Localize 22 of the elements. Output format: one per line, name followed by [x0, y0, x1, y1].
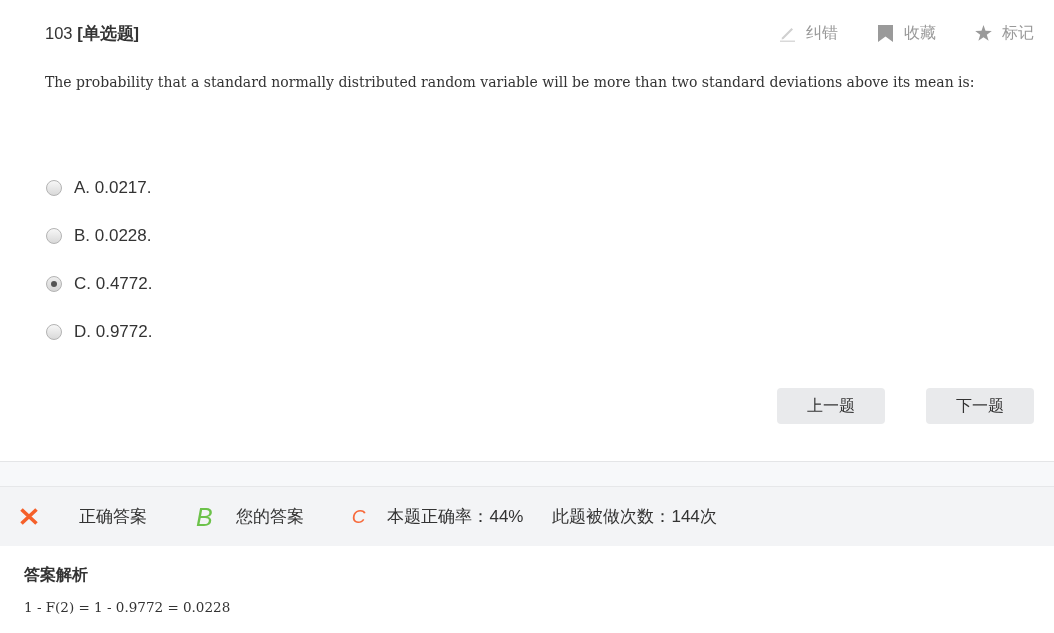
radio-button[interactable] — [46, 180, 62, 196]
correct-answer-letter: B — [196, 502, 213, 531]
radio-button[interactable] — [46, 276, 62, 292]
option-label[interactable]: C. 0.4772. — [74, 272, 153, 296]
option-label[interactable]: B. 0.0228. — [74, 224, 152, 248]
answer-label: 您的答案 — [235, 505, 304, 528]
option-label[interactable]: A. 0.0217. — [74, 176, 152, 200]
explanation-formula: 1 - F(2) = 1 - 0.9772 = 0.0228 — [24, 598, 231, 617]
nav-button[interactable]: 上一题 — [777, 388, 885, 424]
bookmark-icon — [877, 24, 894, 42]
radio-button[interactable] — [46, 324, 62, 340]
answer-label: 正确答案 — [79, 505, 147, 528]
option-label[interactable]: D. 0.9772. — [74, 320, 153, 344]
nav-button[interactable]: 下一题 — [926, 388, 1034, 424]
star-icon — [975, 25, 992, 41]
question-text: The probability that a standard normally distributed random variable will be more than two standard deviations above its mean is: — [45, 73, 975, 92]
explanation-title: 答案解析 — [24, 565, 88, 585]
question-heading: 103 [单选题] — [45, 23, 140, 44]
your-answer-letter: C — [351, 504, 366, 529]
attempt-count-text: 此题被做次数：144次 — [552, 505, 717, 528]
radio-button[interactable] — [46, 228, 62, 244]
accuracy-text: 本题正确率：44% — [387, 505, 524, 528]
